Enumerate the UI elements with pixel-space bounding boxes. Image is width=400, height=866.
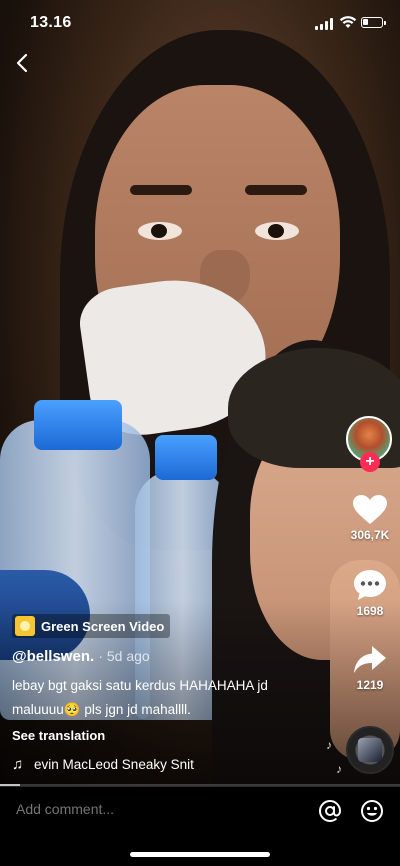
comment-input[interactable] [16,801,296,817]
comment-count: 1698 [356,604,384,618]
comment-bubble-icon [354,570,386,600]
like-button[interactable]: 306,7K [344,494,396,542]
see-translation-link[interactable]: See translation [12,728,105,743]
caption-line-2a: maluuuu [12,702,64,717]
right-eyebrow [245,185,307,195]
caption-line-2b: pls jgn jd mahallll. [80,702,191,717]
video-caption: lebay bgt gaksi satu kerdus HAHAHAHA jd … [12,674,312,722]
cellular-signal-icon [315,18,335,30]
effect-label: Green Screen Video [41,618,165,634]
left-eyebrow [130,185,192,195]
share-arrow-icon [354,646,386,673]
battery-icon [361,17,386,28]
comment-bar [0,786,400,834]
comment-button[interactable]: 1698 [344,568,396,618]
bottle-cap-left [34,400,122,450]
bottle-cap-right [155,435,217,480]
video-player[interactable] [0,0,400,786]
music-note-icon: ♪ [326,738,332,752]
post-age: · 5d ago [98,648,150,664]
follow-plus-button[interactable]: + [360,452,380,472]
heart-icon [353,495,387,524]
caption-line-1: lebay bgt gaksi satu kerdus HAHAHAHA jd [12,678,268,693]
music-cover-image [358,738,382,762]
music-title: evin MacLeod Sneaky Snit [34,756,194,772]
at-sign-icon[interactable] [318,799,342,823]
status-bar: 13.16 [0,0,400,44]
status-time: 13.16 [30,14,72,31]
effect-icon [15,616,35,636]
share-count: 1219 [356,678,384,692]
pleading-face-emoji: 🥺 [63,702,81,717]
music-disc-button[interactable] [346,726,394,774]
left-eye [138,222,182,240]
music-note-icon: ♪ [336,762,342,776]
creator-avatar-button[interactable]: + [346,416,394,476]
like-count: 306,7K [350,528,390,542]
share-button[interactable]: 1219 [344,644,396,692]
chevron-left-icon[interactable] [12,52,34,74]
music-ticker[interactable]: ♫ evin MacLeod Sneaky Snit [12,753,212,775]
music-note-icon: ♫ [12,755,24,773]
username-link[interactable]: @bellswen. [12,648,94,665]
right-eye [255,222,299,240]
home-indicator[interactable] [130,852,270,857]
smiley-icon[interactable] [360,799,384,823]
wifi-icon [339,16,357,28]
effect-badge[interactable]: Green Screen Video [12,614,171,638]
creator-line: @bellswen. · 5d ago [12,648,150,665]
